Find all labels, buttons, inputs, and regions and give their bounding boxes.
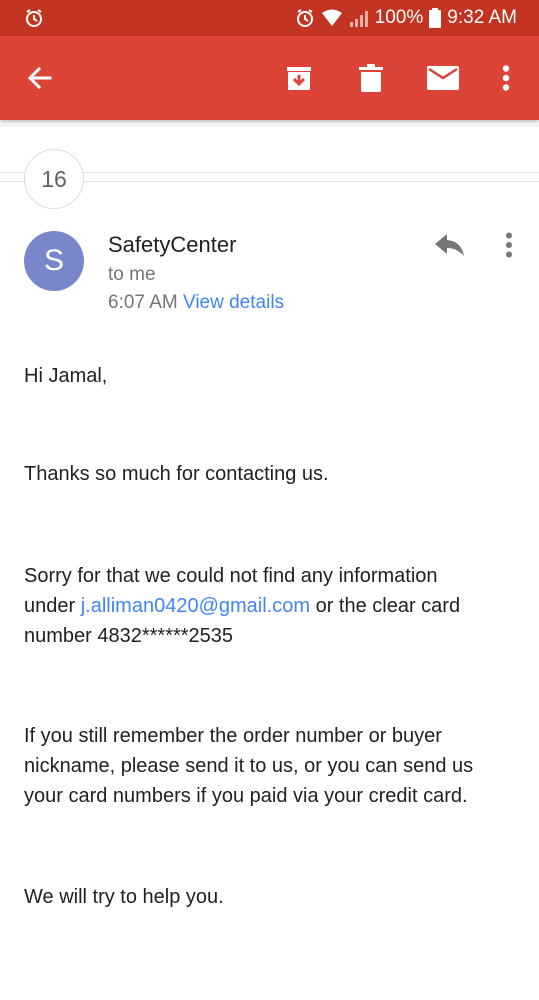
- collapsed-messages-count[interactable]: 16: [24, 149, 84, 209]
- back-button[interactable]: [20, 58, 60, 98]
- wifi-icon: [321, 9, 343, 27]
- delete-button[interactable]: [351, 58, 391, 98]
- clock: 9:32 AM: [447, 7, 517, 28]
- paragraph-text: under: [24, 595, 76, 617]
- back-arrow-icon: [27, 66, 52, 90]
- alarm-icon: [295, 8, 315, 28]
- paragraph-line: Sorry for that we could not find any inf…: [24, 565, 438, 587]
- reply-icon: [435, 234, 464, 256]
- paragraph-text: or the clear card: [315, 595, 461, 617]
- archive-button[interactable]: [279, 58, 319, 98]
- body-paragraph-1: Thanks so much for contacting us.: [24, 463, 329, 485]
- overflow-menu-icon: [502, 65, 510, 91]
- email-link[interactable]: j.alliman0420@gmail.com: [81, 595, 310, 617]
- reply-button[interactable]: [428, 226, 472, 264]
- paragraph-line: your card numbers if you paid via your c…: [24, 785, 468, 807]
- message-time: 6:07 AM: [108, 292, 178, 313]
- app-bar: [0, 36, 539, 120]
- paragraph-line: If you still remember the order number o…: [24, 725, 442, 747]
- recipient-line: to me: [108, 264, 156, 285]
- avatar[interactable]: S: [24, 231, 84, 291]
- status-icons: 100% 9:32 AM: [295, 0, 517, 36]
- paragraph-line: under j.alliman0420@gmail.com or the cle…: [24, 591, 524, 621]
- collapsed-message-edge: [0, 120, 539, 126]
- mark-unread-button[interactable]: [423, 58, 463, 98]
- status-bar: 100% 9:32 AM: [0, 0, 539, 36]
- battery-percent: 100%: [374, 7, 424, 28]
- sender-name: SafetyCenter: [108, 232, 237, 257]
- body-paragraph-3: If you still remember the order number o…: [24, 721, 524, 811]
- archive-icon: [287, 67, 311, 90]
- body-paragraph-4: We will try to help you.: [24, 886, 224, 908]
- more-vert-icon: [506, 232, 512, 258]
- body-paragraph-2: Sorry for that we could not find any inf…: [24, 561, 524, 651]
- message-more-button[interactable]: [492, 226, 526, 264]
- paragraph-line: number 4832******2535: [24, 625, 234, 647]
- view-details-link[interactable]: View details: [183, 292, 284, 313]
- signal-icon: [349, 9, 369, 27]
- alarm-status-icon: [24, 8, 44, 28]
- message-meta: 6:07 AM View details: [108, 292, 284, 314]
- overflow-menu-button[interactable]: [486, 58, 526, 98]
- greeting: Hi Jamal,: [24, 365, 108, 387]
- mark-unread-icon: [427, 66, 459, 90]
- battery-icon: [429, 8, 442, 28]
- paragraph-line: nickname, please send it to us, or you c…: [24, 755, 474, 777]
- delete-icon: [359, 64, 383, 92]
